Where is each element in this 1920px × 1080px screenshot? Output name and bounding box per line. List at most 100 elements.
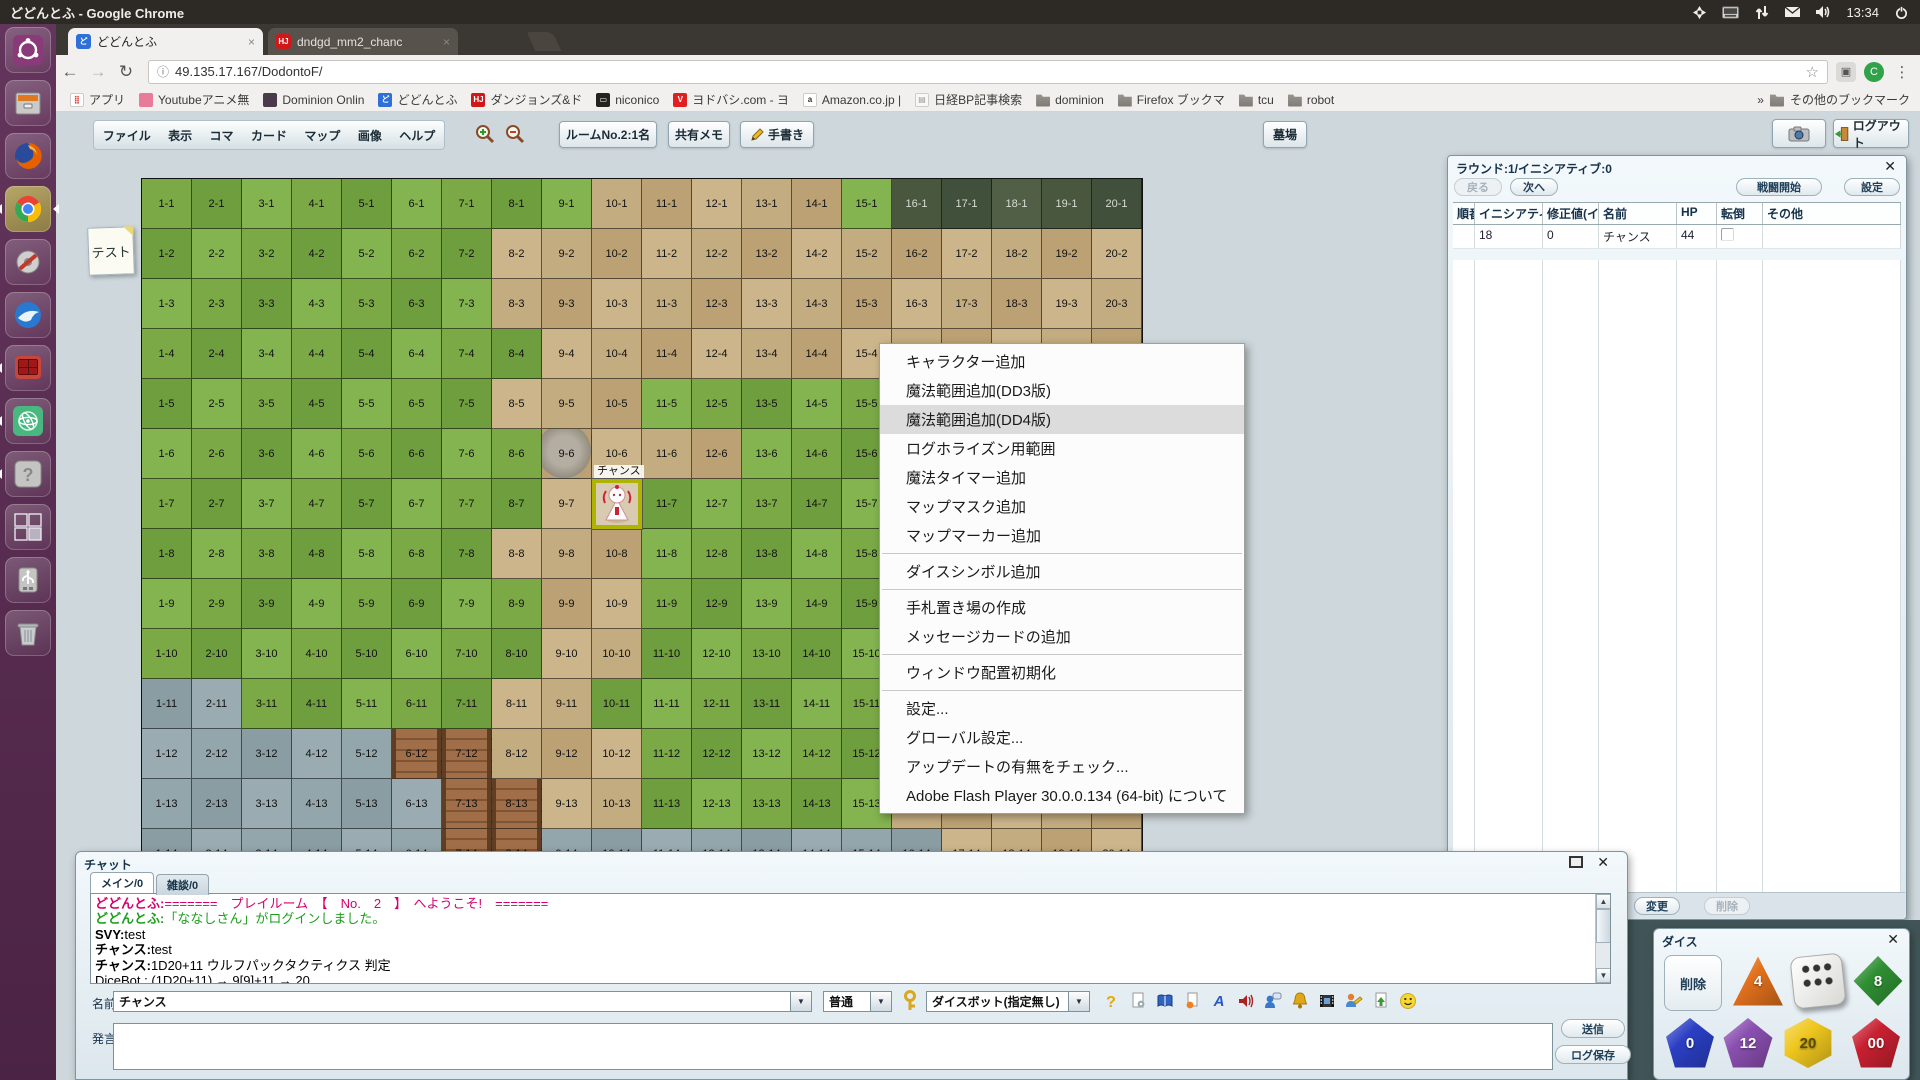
send-button[interactable]: 送信 [1561,1019,1625,1038]
map-cell[interactable]: 11-1 [642,179,692,229]
map-cell[interactable]: 13-13 [742,779,792,829]
map-cell[interactable]: 8-1 [492,179,542,229]
map-cell[interactable]: 6-11 [392,679,442,729]
dice-config-icon[interactable] [1128,991,1148,1011]
map-cell[interactable]: 8-4 [492,329,542,379]
map-cell[interactable]: 9-11 [542,679,592,729]
map-cell[interactable]: 8-9 [492,579,542,629]
map-cell[interactable]: 5-13 [342,779,392,829]
cutin-icon[interactable] [1182,991,1202,1011]
map-cell[interactable]: 10-3 [592,279,642,329]
map-cell[interactable]: 12-5 [692,379,742,429]
map-cell[interactable]: 12-7 [692,479,742,529]
map-cell[interactable]: 10-13 [592,779,642,829]
map-cell[interactable]: 2-2 [192,229,242,279]
fallen-checkbox[interactable] [1721,228,1734,241]
map-cell[interactable]: 13-8 [742,529,792,579]
context-menu-item[interactable]: ダイスシンボル追加 [880,557,1244,586]
map-cell[interactable]: 13-7 [742,479,792,529]
map-cell[interactable]: 14-5 [792,379,842,429]
context-menu-item[interactable]: メッセージカードの追加 [880,622,1244,651]
map-cell[interactable]: 14-2 [792,229,842,279]
map-cell[interactable]: 19-2 [1042,229,1092,279]
map-cell[interactable]: 3-8 [242,529,292,579]
map-cell[interactable]: 8-11 [492,679,542,729]
map-cell[interactable]: 1-12 [142,729,192,779]
map-cell[interactable]: 12-3 [692,279,742,329]
map-cell[interactable]: 4-13 [292,779,342,829]
context-menu-item[interactable]: 設定... [880,694,1244,723]
map-cell[interactable]: 14-4 [792,329,842,379]
map-cell[interactable]: 9-5 [542,379,592,429]
map-cell[interactable]: 3-7 [242,479,292,529]
map-cell[interactable]: 2-11 [192,679,242,729]
context-menu-item[interactable]: Adobe Flash Player 30.0.0.134 (64-bit) に… [880,781,1244,810]
bookmark-item[interactable]: Youtubeアニメ無 [133,89,255,110]
map-cell[interactable]: 2-10 [192,629,242,679]
speak-textarea[interactable] [113,1023,1553,1070]
map-cell[interactable]: 6-6 [392,429,442,479]
map-cell[interactable]: 7-2 [442,229,492,279]
other-bookmarks-button[interactable]: その他のブックマーク [1790,91,1910,108]
map-cell[interactable]: 13-4 [742,329,792,379]
map-cell[interactable]: 4-4 [292,329,342,379]
extension-icon[interactable]: ▣ [1836,62,1856,82]
chat-help-icon[interactable]: ? [1101,991,1121,1011]
map-cell[interactable]: 6-1 [392,179,442,229]
map-cell[interactable]: 14-1 [792,179,842,229]
mail-icon[interactable] [1784,4,1801,21]
map-cell[interactable]: 13-10 [742,629,792,679]
chat-tab[interactable]: メイン/0 [90,872,154,893]
map-cell[interactable]: 1-6 [142,429,192,479]
d10-die[interactable]: 0 [1664,1017,1716,1069]
minimize-icon[interactable] [1569,856,1583,868]
map-cell[interactable]: 5-7 [342,479,392,529]
map-cell[interactable]: 19-3 [1042,279,1092,329]
map-cell[interactable]: 14-6 [792,429,842,479]
bookmark-item[interactable]: aAmazon.co.jp | [797,91,907,109]
dicebot-dropdown-icon[interactable]: ▼ [1068,991,1090,1012]
map-cell[interactable]: 12-8 [692,529,742,579]
map-cell[interactable]: 11-13 [642,779,692,829]
page-info-icon[interactable]: ⓘ [157,63,169,80]
launcher-ubuntu-dash-icon[interactable] [5,27,51,73]
log-book-icon[interactable] [1155,991,1175,1011]
font-icon[interactable]: A [1209,991,1229,1011]
map-cell[interactable]: 7-6 [442,429,492,479]
map-cell[interactable]: 3-10 [242,629,292,679]
bookmark-item[interactable]: robot [1282,91,1340,109]
updown-arrows-icon[interactable] [1753,4,1770,21]
map-cell[interactable]: 7-8 [442,529,492,579]
scroll-up-icon[interactable]: ▲ [1596,894,1611,909]
map-cell[interactable]: 8-12 [492,729,542,779]
map-cell[interactable]: 7-4 [442,329,492,379]
map-cell[interactable]: 14-12 [792,729,842,779]
map-cell[interactable]: 7-3 [442,279,492,329]
context-menu-item[interactable]: マップマスク追加 [880,492,1244,521]
map-cell[interactable]: 9-13 [542,779,592,829]
map-cell[interactable]: 3-6 [242,429,292,479]
map-cell[interactable]: 4-12 [292,729,342,779]
map-cell[interactable]: 20-2 [1092,229,1142,279]
map-cell[interactable]: 7-12 [442,729,492,779]
map-cell[interactable]: 10-2 [592,229,642,279]
map-cell[interactable]: 11-6 [642,429,692,479]
map-cell[interactable]: 14-9 [792,579,842,629]
map-cell[interactable]: 12-6 [692,429,742,479]
map-cell[interactable]: 3-9 [242,579,292,629]
menu-0[interactable]: ファイル [97,123,157,148]
map-cell[interactable]: 8-5 [492,379,542,429]
map-cell[interactable]: 1-11 [142,679,192,729]
map-cell[interactable]: 13-6 [742,429,792,479]
map-cell[interactable]: 11-10 [642,629,692,679]
map-cell[interactable]: 4-3 [292,279,342,329]
bookmarks-overflow-chevron[interactable]: » [1757,93,1764,107]
map-cell[interactable]: 9-3 [542,279,592,329]
map-cell[interactable]: 6-2 [392,229,442,279]
map-cell[interactable]: 5-8 [342,529,392,579]
map-cell[interactable]: 20-1 [1092,179,1142,229]
map-cell[interactable]: 11-11 [642,679,692,729]
context-menu-item[interactable]: グローバル設定... [880,723,1244,752]
map-cell[interactable]: 19-1 [1042,179,1092,229]
map-cell[interactable]: 1-1 [142,179,192,229]
